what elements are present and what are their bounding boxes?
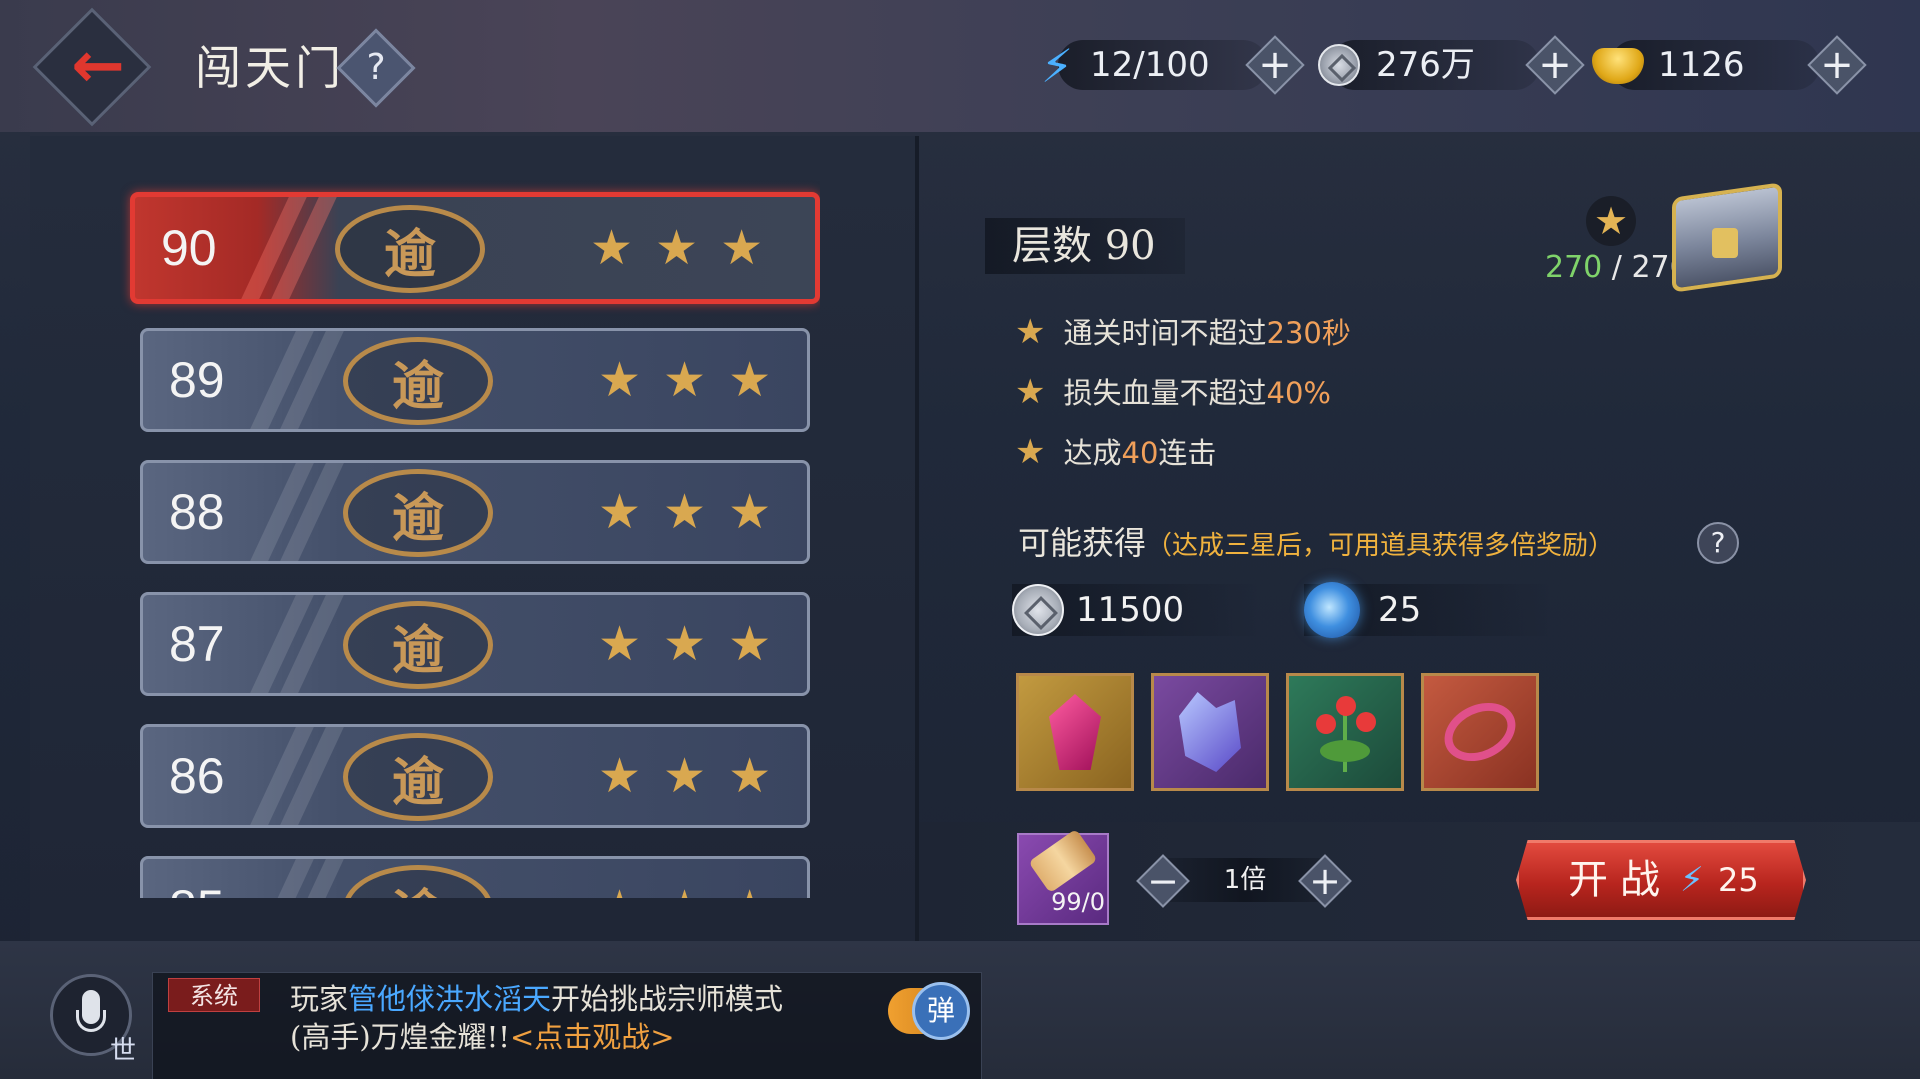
level-row-86[interactable]: 86 逾 ★ ★ ★	[140, 724, 810, 828]
orb-reward-value: 25	[1378, 590, 1422, 630]
gold-value: 1126	[1658, 45, 1745, 85]
red-gem-icon	[1049, 694, 1101, 770]
popup-toggle-knob[interactable]: 弹	[912, 982, 970, 1040]
star-icon: ★	[590, 220, 634, 276]
silver-value: 276万	[1376, 45, 1475, 85]
star-icon: ★	[663, 352, 707, 408]
star-progress-separator: /	[1602, 250, 1632, 285]
level-stars: ★ ★ ★	[598, 727, 771, 825]
silver-coin-icon	[1318, 44, 1360, 86]
level-list[interactable]: 90 逾 ★ ★ ★ 89 逾 ★ ★ ★ 88 逾 ★ ★ ★ 87 逾 ★	[120, 180, 820, 898]
condition-time: ★ 通关时间不超过230秒	[1015, 312, 1351, 352]
star-icon: ★	[663, 484, 707, 540]
level-emblem-icon: 逾	[343, 865, 493, 898]
level-number: 87	[169, 616, 225, 672]
energy-value: 12/100	[1090, 45, 1210, 85]
reward-note: （达成三星后，可用道具获得多倍奖励）	[1146, 531, 1615, 561]
start-battle-cost: 25	[1718, 861, 1759, 899]
star-icon: ★	[728, 748, 772, 804]
help-icon[interactable]: ?	[348, 40, 404, 96]
level-row-89[interactable]: 89 逾 ★ ★ ★	[140, 328, 810, 432]
energy-icon: ⚡	[1040, 39, 1074, 93]
system-tag: 系统	[168, 978, 260, 1012]
level-number: 86	[169, 748, 225, 804]
silver-coin-icon	[1012, 584, 1064, 636]
reward-title: 可能获得（达成三星后，可用道具获得多倍奖励）	[1018, 524, 1615, 562]
level-number: 85	[169, 859, 225, 898]
star-icon: ★	[663, 884, 706, 898]
chat-channel-tag: 世	[110, 1036, 137, 1066]
level-stars: ★ ★ ★	[598, 463, 771, 561]
level-emblem-icon: 逾	[343, 469, 493, 557]
floor-label: 层数 90	[1012, 223, 1156, 269]
level-stars: ★ ★ ★	[598, 595, 771, 693]
reward-item-slot[interactable]	[1421, 673, 1539, 791]
plus-icon[interactable]: +	[1816, 38, 1858, 92]
condition-combo: ★ 达成40连击	[1015, 432, 1217, 472]
level-number: 89	[169, 352, 225, 408]
star-icon: ★	[728, 884, 771, 898]
star-icon: ★	[598, 616, 642, 672]
energy-icon: ⚡	[1680, 860, 1704, 900]
star-icon: ★	[1015, 372, 1046, 412]
purple-crystal-icon	[1179, 692, 1241, 772]
panel-divider	[915, 136, 919, 941]
level-number: 88	[169, 484, 225, 540]
star-progress-current: 270	[1545, 250, 1603, 285]
level-number: 90	[161, 220, 217, 276]
level-emblem-icon: 逾	[343, 337, 493, 425]
star-icon: ★	[598, 352, 642, 408]
plus-icon[interactable]: +	[1306, 854, 1344, 908]
red-flower-icon	[1310, 690, 1380, 774]
chat-line-1: 玩家管他俅洪水滔天开始挑战宗师模式	[290, 982, 784, 1016]
chat-line-2: (高手)万煌金耀!!<点击观战>	[290, 1020, 675, 1054]
plus-icon[interactable]: +	[1534, 38, 1576, 92]
silver-reward-value: 11500	[1076, 590, 1185, 630]
level-stars: ★ ★ ★	[590, 197, 763, 299]
star-icon: ★	[598, 748, 642, 804]
star-icon: ★	[1015, 432, 1046, 472]
watch-battle-link[interactable]: <点击观战>	[510, 1020, 675, 1054]
chest-lock-icon	[1712, 228, 1738, 258]
back-arrow-icon[interactable]: ←	[58, 30, 138, 102]
star-icon: ★	[598, 484, 642, 540]
page-title: 闯天门	[195, 41, 345, 95]
star-icon: ★	[728, 616, 772, 672]
start-battle-label[interactable]: 开战	[1568, 840, 1672, 920]
star-icon: ★	[598, 884, 641, 898]
level-row-88[interactable]: 88 逾 ★ ★ ★	[140, 460, 810, 564]
star-icon: ★	[728, 352, 772, 408]
star-progress: 270 / 270	[1545, 250, 1689, 285]
star-icon: ★	[663, 748, 707, 804]
blue-orb-icon	[1304, 582, 1360, 638]
level-row-87[interactable]: 87 逾 ★ ★ ★	[140, 592, 810, 696]
plus-icon[interactable]: +	[1254, 38, 1296, 92]
star-icon: ★	[1586, 196, 1636, 246]
level-stars: ★ ★ ★	[598, 859, 771, 898]
ticket-count: 99/0	[1051, 888, 1105, 916]
star-icon: ★	[728, 484, 772, 540]
minus-icon[interactable]: −	[1144, 854, 1182, 908]
level-row-85[interactable]: 85 逾 ★ ★ ★	[140, 856, 810, 898]
reward-help-button[interactable]: ?	[1697, 522, 1739, 564]
star-icon: ★	[720, 220, 764, 276]
level-emblem-icon: 逾	[343, 733, 493, 821]
star-icon: ★	[1015, 312, 1046, 352]
condition-health: ★ 损失血量不超过40%	[1015, 372, 1331, 412]
level-emblem-icon: 逾	[335, 205, 485, 293]
reward-item-slot[interactable]	[1286, 673, 1404, 791]
reward-item-slot[interactable]	[1016, 673, 1134, 791]
level-row-90[interactable]: 90 逾 ★ ★ ★	[130, 192, 820, 304]
multiplier-value: 1倍	[1223, 865, 1267, 895]
level-emblem-icon: 逾	[343, 601, 493, 689]
level-stars: ★ ★ ★	[598, 331, 771, 429]
pink-ring-icon	[1435, 691, 1525, 773]
player-name[interactable]: 管他俅洪水滔天	[348, 982, 551, 1016]
star-icon: ★	[655, 220, 699, 276]
star-icon: ★	[663, 616, 707, 672]
reward-item-slot[interactable]	[1151, 673, 1269, 791]
